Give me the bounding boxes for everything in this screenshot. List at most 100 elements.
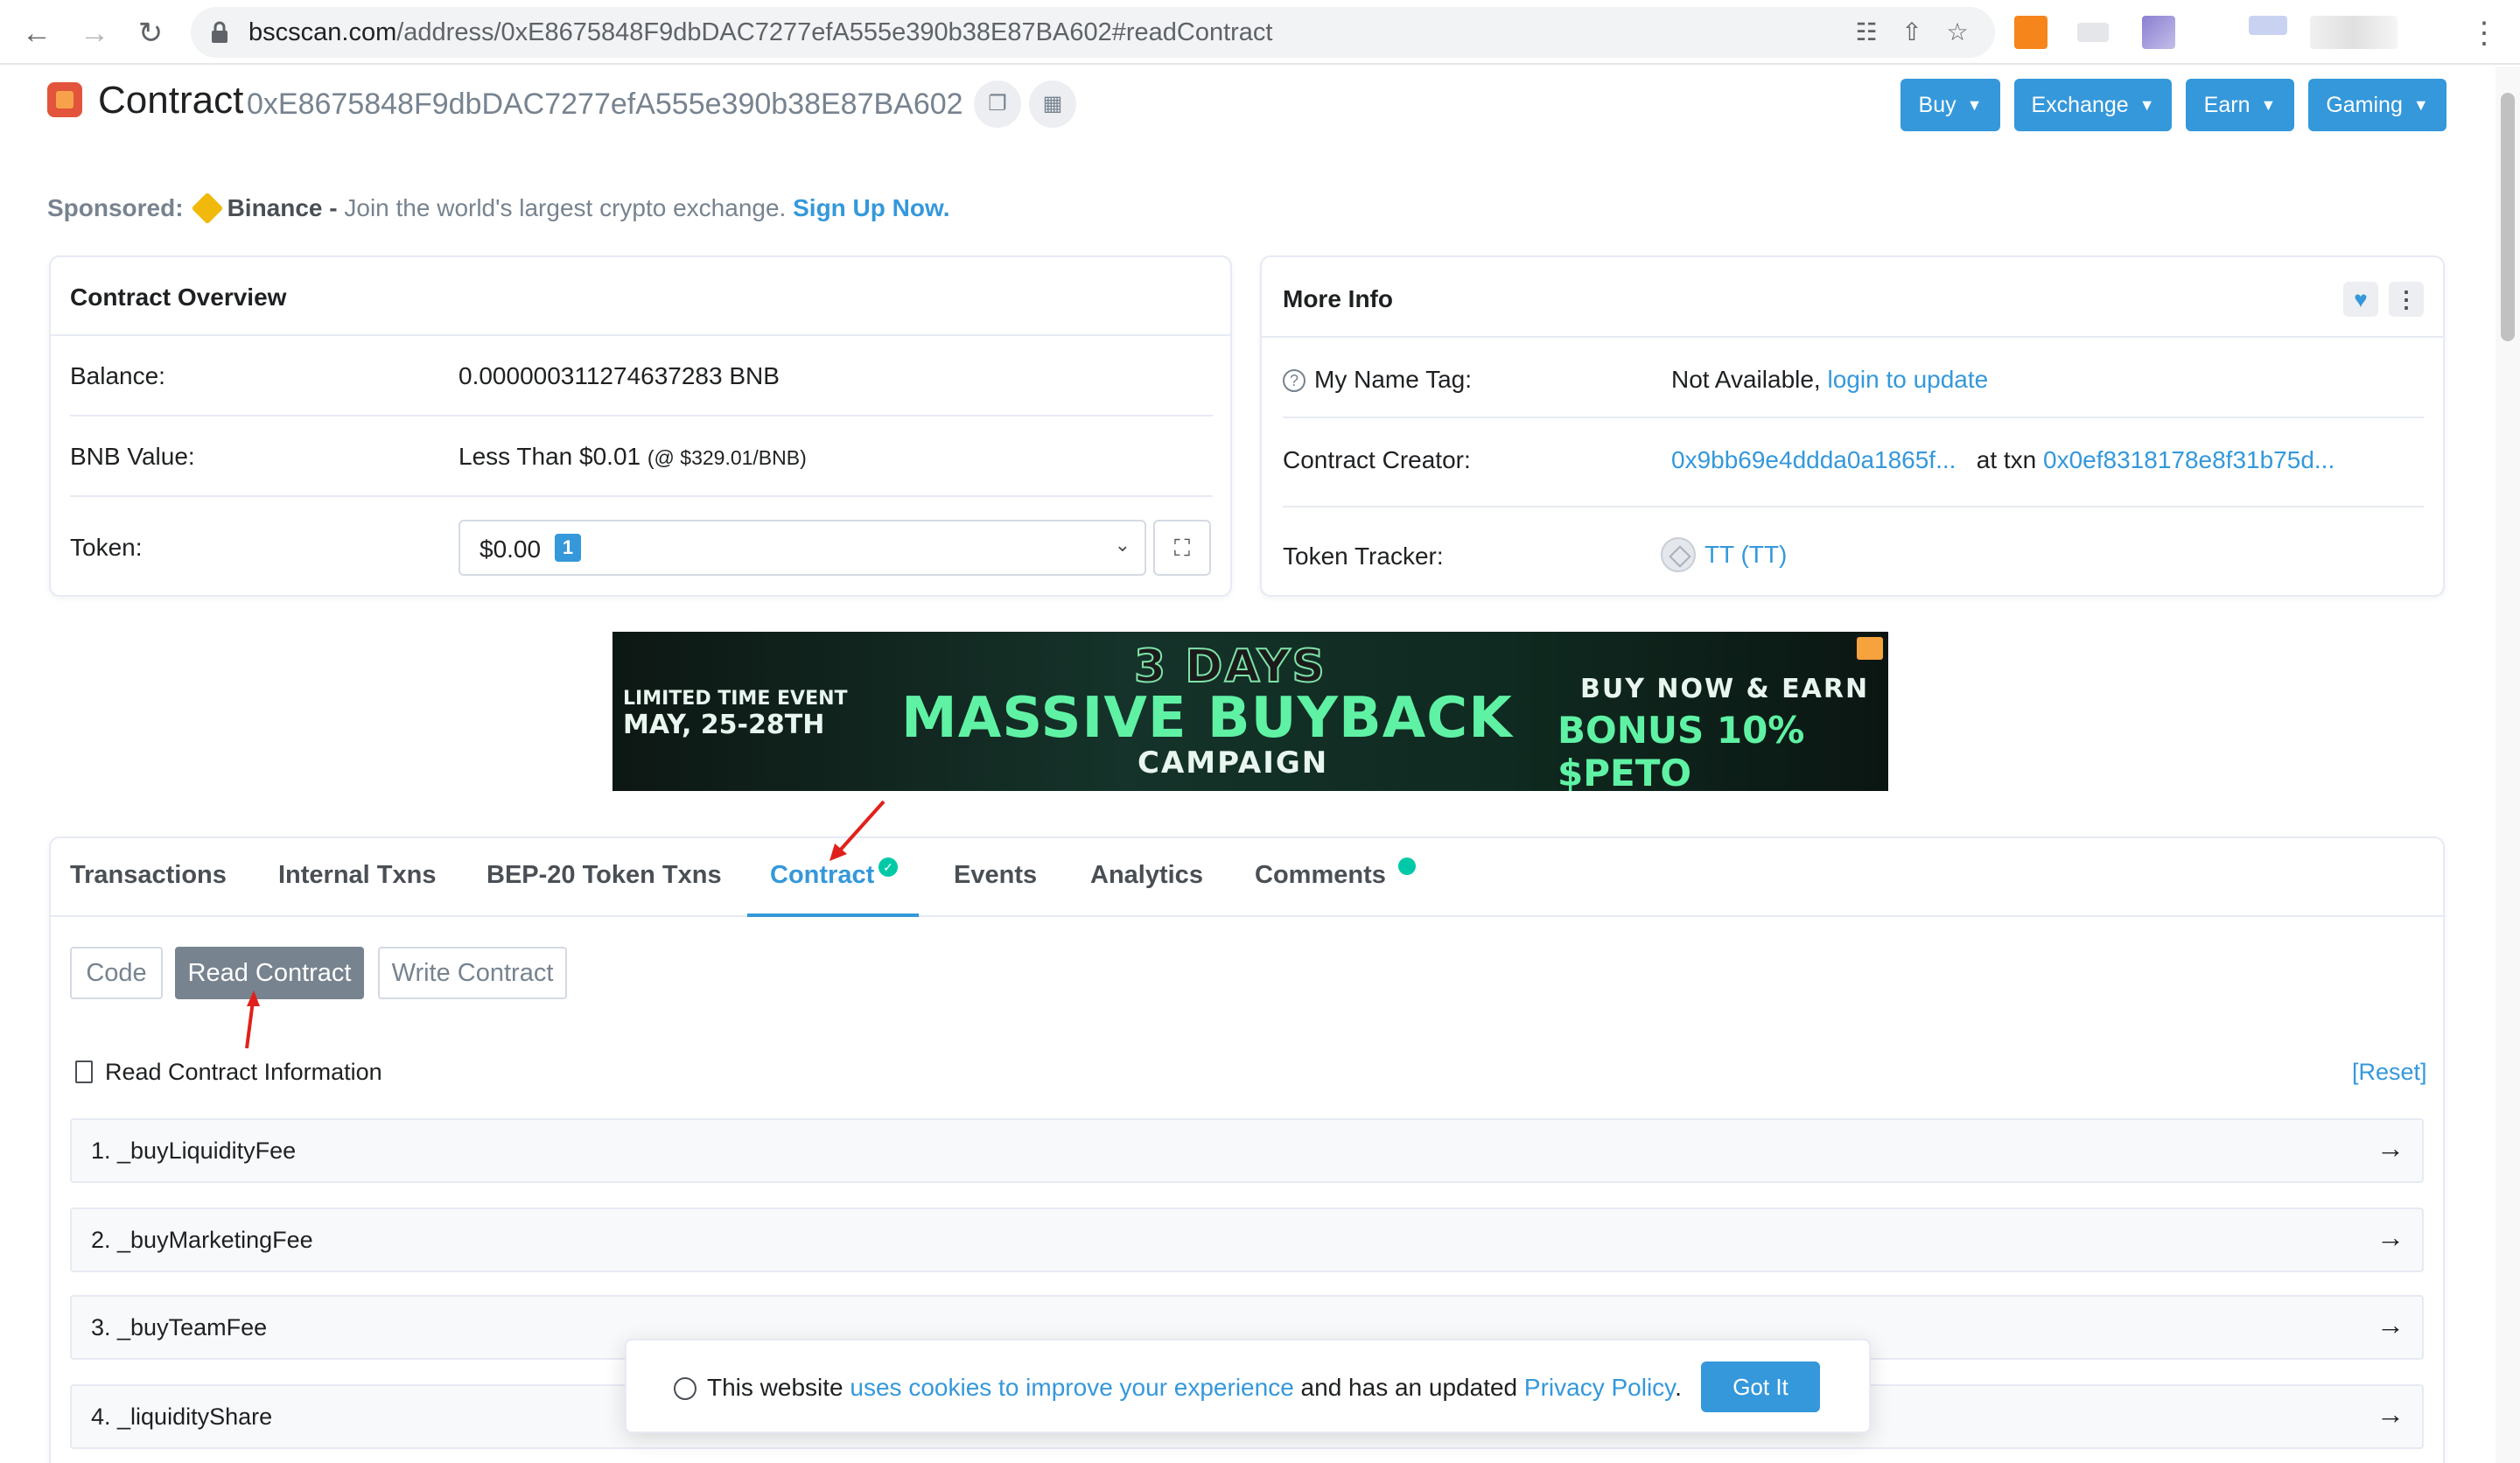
- banner-right-line1: BUY NOW & EARN: [1580, 674, 1870, 704]
- login-to-update-link[interactable]: login to update: [1828, 366, 1989, 393]
- extension-icon[interactable]: [2142, 16, 2175, 49]
- ad-banner[interactable]: LIMITED TIME EVENT MAY, 25-28TH 3 DAYS MA…: [612, 632, 1888, 791]
- heart-icon[interactable]: ♥: [2343, 282, 2378, 317]
- contract-address: 0xE8675848F9dbDAC7277efA555e390b38E87BA6…: [247, 88, 963, 121]
- exchange-label: Exchange: [2031, 92, 2129, 117]
- back-icon[interactable]: ←: [19, 16, 54, 51]
- chevron-down-icon: ▼: [2260, 95, 2277, 114]
- bnb-value: Less Than $0.01 (@ $329.01/BNB): [458, 443, 807, 471]
- creator-address-link[interactable]: 0x9bb69e4ddda0a1865f...: [1671, 446, 1956, 473]
- buy-button[interactable]: Buy ▼: [1900, 79, 2000, 131]
- more-info-title: More Info: [1283, 285, 1393, 312]
- more-options-icon[interactable]: ⋮: [2389, 282, 2424, 317]
- balance-value: 0.000000311274637283 BNB: [458, 362, 780, 389]
- token-dropdown[interactable]: $0.00 1 ⌄: [458, 520, 1146, 576]
- token-tracker-link[interactable]: TT (TT): [1704, 541, 1787, 569]
- read-function-row[interactable]: 1. _buyLiquidityFee →: [70, 1118, 2424, 1183]
- reload-icon[interactable]: ↻: [133, 16, 168, 51]
- url-host: bscscan.com: [248, 18, 397, 46]
- sponsored-label: Sponsored:: [47, 194, 184, 221]
- arrow-right-icon: →: [2376, 1398, 2404, 1430]
- browser-toolbar: ← → ↻ bscscan.com/address/0xE8675848F9db…: [0, 0, 2520, 65]
- banner-headline: MASSIVE BUYBACK: [901, 686, 1513, 751]
- read-contract-button[interactable]: Read Contract: [175, 947, 364, 999]
- profile-avatar[interactable]: [2310, 16, 2398, 49]
- tab-events[interactable]: Events: [954, 861, 1037, 890]
- name-tag-value: Not Available, login to update: [1671, 366, 1988, 394]
- bnb-value-amount: Less Than $0.01: [458, 443, 641, 470]
- tab-bep20-token-txns[interactable]: BEP-20 Token Txns: [486, 861, 722, 890]
- tab-internal-txns[interactable]: Internal Txns: [278, 861, 437, 890]
- cookie-suffix: .: [1675, 1374, 1682, 1401]
- earn-label: Earn: [2203, 92, 2250, 117]
- creator-at-txn: at txn: [1976, 446, 2037, 473]
- banner-event-text: LIMITED TIME EVENT MAY, 25-28TH: [623, 686, 848, 738]
- translate-icon[interactable]: ☷: [1850, 16, 1883, 49]
- scrollbar-thumb[interactable]: [2501, 93, 2515, 341]
- gaming-label: Gaming: [2326, 92, 2403, 117]
- got-it-button[interactable]: Got It: [1701, 1362, 1820, 1412]
- address-bar[interactable]: bscscan.com/address/0xE8675848F9dbDAC727…: [191, 7, 1995, 58]
- creator-txn-link[interactable]: 0x0ef8318178e8f31b75d...: [2043, 446, 2334, 473]
- extension-icon[interactable]: [2077, 23, 2109, 42]
- read-function-row[interactable]: 2. _buyMarketingFee →: [70, 1208, 2424, 1272]
- divider: [1283, 416, 2424, 418]
- balance-label: Balance:: [70, 362, 165, 389]
- expand-icon[interactable]: ⛶: [1153, 520, 1211, 576]
- chevron-down-icon: ▼: [1966, 95, 1983, 114]
- page-scrollbar[interactable]: [2496, 66, 2520, 1463]
- divider: [70, 495, 1213, 497]
- gaming-button[interactable]: Gaming ▼: [2308, 79, 2446, 131]
- bookmark-star-icon[interactable]: ☆: [1941, 16, 1974, 49]
- name-tag-text: Not Available,: [1671, 366, 1821, 393]
- binance-logo-icon: [191, 192, 223, 225]
- forward-icon[interactable]: →: [77, 16, 112, 51]
- help-icon[interactable]: ?: [1283, 369, 1306, 392]
- tab-contract[interactable]: Contract: [770, 861, 874, 890]
- cookie-prefix: This website: [707, 1374, 850, 1401]
- reset-link[interactable]: [Reset]: [2352, 1059, 2427, 1086]
- banner-left-line2: MAY, 25-28TH: [623, 710, 825, 740]
- extension-icon[interactable]: [2249, 16, 2287, 35]
- tab-transactions[interactable]: Transactions: [70, 861, 227, 890]
- cookie-text: This website uses cookies to improve you…: [707, 1374, 1682, 1402]
- name-tag-label: My Name Tag:: [1314, 366, 1472, 393]
- contract-overview-title: Contract Overview: [70, 284, 287, 311]
- browser-menu-icon[interactable]: ⋮: [2469, 16, 2499, 51]
- page-title: Contract: [98, 79, 244, 122]
- sponsor-text: Join the world's largest crypto exchange…: [337, 194, 794, 221]
- sign-up-link[interactable]: Sign Up Now.: [793, 194, 949, 221]
- function-label: 3. _buyTeamFee: [91, 1314, 268, 1340]
- metamask-extension-icon[interactable]: [2014, 16, 2048, 49]
- sponsored-line: Sponsored: Binance - Join the world's lar…: [47, 192, 950, 225]
- cookie-policy-link[interactable]: uses cookies to improve your experience: [850, 1374, 1293, 1401]
- write-contract-button[interactable]: Write Contract: [378, 947, 567, 999]
- bnb-price: (@ $329.01/BNB): [647, 446, 807, 469]
- exchange-button[interactable]: Exchange ▼: [2014, 79, 2172, 131]
- tab-analytics[interactable]: Analytics: [1090, 861, 1203, 890]
- banner-campaign: CAMPAIGN: [1138, 746, 1329, 780]
- earn-button[interactable]: Earn ▼: [2186, 79, 2294, 131]
- arrow-right-icon: →: [2376, 1309, 2404, 1340]
- copy-icon[interactable]: ❐: [974, 80, 1021, 128]
- share-icon[interactable]: ⇧: [1895, 16, 1928, 49]
- bnb-value-label: BNB Value:: [70, 443, 195, 470]
- privacy-policy-link[interactable]: Privacy Policy: [1524, 1374, 1675, 1401]
- token-logo-icon: [1661, 537, 1696, 572]
- qr-code-icon[interactable]: ▦: [1029, 80, 1076, 128]
- comments-indicator-dot: [1398, 858, 1416, 875]
- contract-creator-label: Contract Creator:: [1283, 446, 1471, 473]
- document-icon: [75, 1060, 93, 1083]
- function-label: 1. _buyLiquidityFee: [91, 1138, 297, 1164]
- ad-badge-icon: [1857, 637, 1883, 660]
- url-text: bscscan.com/address/0xE8675848F9dbDAC727…: [248, 18, 1273, 47]
- chevron-down-icon: ▼: [2412, 95, 2429, 114]
- url-path: /address/0xE8675848F9dbDAC7277efA555e390…: [396, 18, 1273, 46]
- verified-check-icon: ✓: [878, 858, 898, 877]
- code-button[interactable]: Code: [70, 947, 163, 999]
- lock-icon: [212, 21, 228, 43]
- token-tracker-label: Token Tracker:: [1283, 542, 1444, 570]
- cookie-banner: This website uses cookies to improve you…: [625, 1339, 1871, 1433]
- contract-logo: [47, 82, 82, 117]
- tab-comments[interactable]: Comments: [1255, 861, 1386, 890]
